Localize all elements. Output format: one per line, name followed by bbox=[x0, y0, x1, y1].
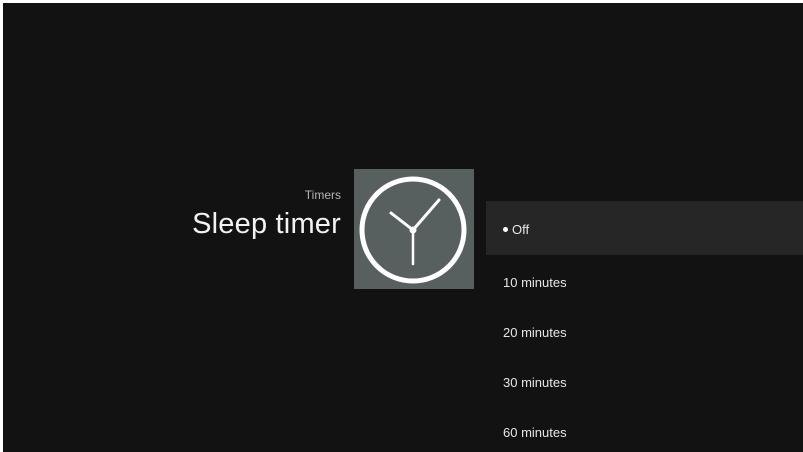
option-20-minutes[interactable]: 20 minutes bbox=[486, 305, 803, 355]
option-label: Off bbox=[512, 222, 530, 237]
option-label: 30 minutes bbox=[503, 375, 567, 390]
page-title: Sleep timer bbox=[192, 208, 341, 240]
option-label: 60 minutes bbox=[503, 425, 567, 440]
breadcrumb: Timers bbox=[304, 188, 341, 202]
selected-dot-icon bbox=[503, 227, 508, 233]
timer-options-list: Off 10 minutes 20 minutes 30 minutes 60 … bbox=[486, 201, 803, 452]
sleep-timer-screen: Timers Sleep timer Off 10 minutes 20 min… bbox=[3, 3, 803, 452]
clock-icon bbox=[359, 176, 467, 284]
option-10-minutes[interactable]: 10 minutes bbox=[486, 255, 803, 305]
option-label: 10 minutes bbox=[503, 275, 567, 290]
option-label: 20 minutes bbox=[503, 325, 567, 340]
option-off[interactable]: Off bbox=[486, 201, 803, 255]
option-30-minutes[interactable]: 30 minutes bbox=[486, 355, 803, 405]
option-60-minutes[interactable]: 60 minutes bbox=[486, 405, 803, 452]
clock-tile bbox=[354, 169, 474, 289]
